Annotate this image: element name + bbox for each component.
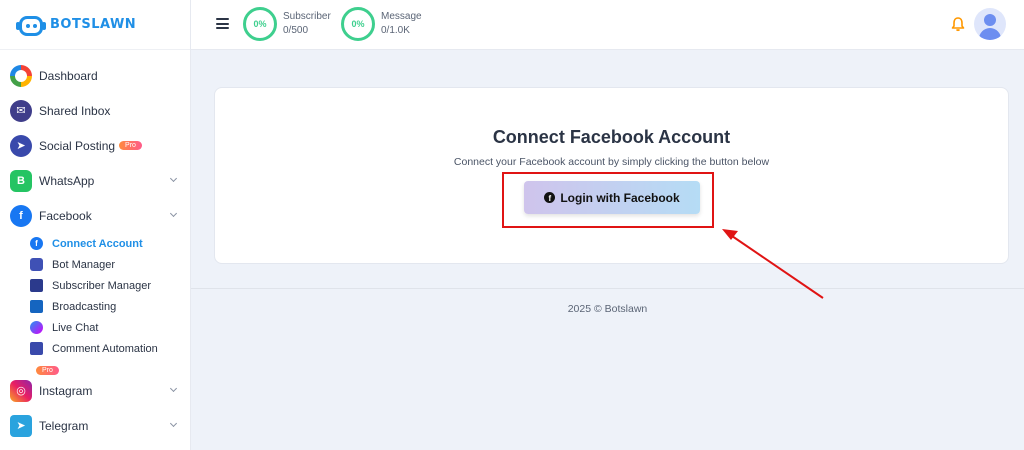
sidebar-item-social-posting[interactable]: ➤ Social Posting Pro <box>0 128 190 163</box>
submenu-item-subscriber-manager[interactable]: Subscriber Manager <box>30 275 190 296</box>
subscriber-value: 0/500 <box>283 25 309 36</box>
sidebar-item-facebook[interactable]: f Facebook <box>0 198 190 233</box>
submenu-item-label: Live Chat <box>52 321 99 334</box>
chevron-down-icon <box>169 384 178 393</box>
brand[interactable]: BOTSLAWN <box>0 0 190 50</box>
chevron-down-icon <box>169 209 178 218</box>
telegram-icon: ➤ <box>10 414 32 437</box>
hamburger-menu-icon[interactable] <box>216 18 229 29</box>
submenu-item-broadcasting[interactable]: Broadcasting <box>30 296 190 317</box>
submenu-item-label: Comment Automation <box>52 342 158 355</box>
message-label: Message <box>381 11 422 22</box>
submenu-item-label: Broadcasting <box>52 300 117 313</box>
top-header: 0% Subscriber 0/500 0% Message 0/1.0K <box>191 0 1024 50</box>
robot-icon <box>30 258 43 271</box>
facebook-submenu: f Connect Account Bot Manager Subscriber… <box>0 233 190 375</box>
message-value: 0/1.0K <box>381 25 410 36</box>
chevron-down-icon <box>169 174 178 183</box>
inbox-icon: ✉ <box>10 99 32 122</box>
brand-name: BOTSLAWN <box>50 17 137 32</box>
sidebar-item-label: Facebook <box>39 208 92 223</box>
submenu-item-connect-account[interactable]: f Connect Account <box>30 233 190 254</box>
page-title: Connect Facebook Account <box>492 127 731 147</box>
footer-divider <box>191 288 1024 289</box>
submenu-item-live-chat[interactable]: Live Chat <box>30 317 190 338</box>
facebook-icon: f <box>10 204 32 227</box>
notification-bell-icon[interactable] <box>950 16 966 32</box>
subscriber-label: Subscriber <box>283 11 331 22</box>
messenger-icon <box>30 321 43 334</box>
sidebar-item-dashboard[interactable]: Dashboard <box>0 58 190 93</box>
login-button-label: Login with Facebook <box>560 190 680 205</box>
sidebar-item-label: Shared Inbox <box>39 103 111 118</box>
login-with-facebook-button[interactable]: f Login with Facebook <box>524 181 700 214</box>
sidebar-item-label: WhatsApp <box>39 173 95 188</box>
sidebar-item-label: Instagram <box>39 383 93 398</box>
submenu-item-label: Subscriber Manager <box>52 279 152 292</box>
message-progress-ring: 0% <box>341 7 375 41</box>
footer: 2025 © Botslawn <box>567 303 648 315</box>
sidebar: BOTSLAWN Dashboard ✉ Shared Inbox ➤ Soci… <box>0 0 191 450</box>
dashboard-gauge-icon <box>10 64 32 87</box>
broadcast-icon <box>30 300 43 313</box>
sidebar-nav: Dashboard ✉ Shared Inbox ➤ Social Postin… <box>0 50 190 443</box>
sidebar-item-shared-inbox[interactable]: ✉ Shared Inbox <box>0 93 190 128</box>
sidebar-item-instagram[interactable]: ◎ Instagram <box>0 373 190 408</box>
subscriber-progress-ring: 0% <box>243 7 277 41</box>
social-posting-icon: ➤ <box>10 134 32 157</box>
chevron-down-icon <box>169 419 178 428</box>
sidebar-item-label: Dashboard <box>39 68 98 83</box>
comment-automation-badge-row: Pro <box>30 359 190 375</box>
facebook-icon: f <box>30 237 43 250</box>
comment-icon <box>30 342 43 355</box>
pro-badge: Pro <box>119 141 142 150</box>
submenu-item-bot-manager[interactable]: Bot Manager <box>30 254 190 275</box>
robot-logo-icon <box>16 12 46 38</box>
submenu-item-label: Bot Manager <box>52 258 115 271</box>
sidebar-item-label: Telegram <box>39 418 89 433</box>
sidebar-item-label: Social Posting <box>39 138 116 153</box>
sidebar-item-whatsapp[interactable]: B WhatsApp <box>0 163 190 198</box>
user-avatar[interactable] <box>974 8 1006 40</box>
subscriber-icon <box>30 279 43 292</box>
instagram-icon: ◎ <box>10 379 32 402</box>
facebook-icon: f <box>544 192 556 203</box>
sidebar-item-telegram[interactable]: ➤ Telegram <box>0 408 190 443</box>
submenu-item-comment-automation[interactable]: Comment Automation <box>30 338 190 359</box>
submenu-item-label: Connect Account <box>52 237 143 250</box>
message-stat: 0% Message 0/1.0K <box>341 7 422 41</box>
subscriber-stat: 0% Subscriber 0/500 <box>243 7 331 41</box>
whatsapp-icon: B <box>10 169 32 192</box>
page-description: Connect your Facebook account by simply … <box>453 156 770 168</box>
connect-account-card: Connect Facebook Account Connect your Fa… <box>214 87 1009 264</box>
